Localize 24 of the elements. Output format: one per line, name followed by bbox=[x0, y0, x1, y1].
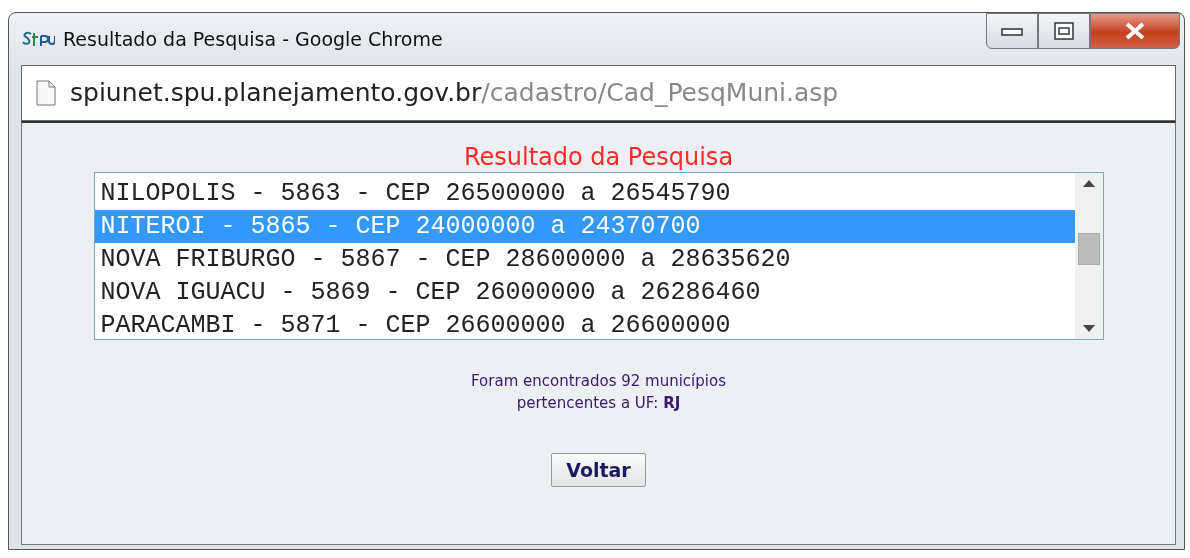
scroll-up-icon[interactable] bbox=[1082, 178, 1095, 187]
back-button[interactable]: Voltar bbox=[551, 452, 646, 488]
close-button[interactable] bbox=[1090, 13, 1180, 49]
minimize-button[interactable] bbox=[986, 13, 1038, 49]
scrollbar[interactable] bbox=[1074, 172, 1103, 339]
list-option[interactable]: NOVA IGUACU - 5869 - CEP 26000000 a 26286460 bbox=[94, 275, 1075, 309]
url-path: /cadastro/Cad_PesqMuni.asp bbox=[481, 78, 839, 108]
site-logo-icon bbox=[21, 31, 55, 47]
page-icon bbox=[36, 80, 56, 106]
results-listbox[interactable] bbox=[93, 171, 1104, 340]
window-title: Resultado da Pesquisa - Google Chrome bbox=[63, 26, 443, 52]
results-heading: Resultado da Pesquisa bbox=[463, 143, 734, 172]
minimize-icon bbox=[1001, 26, 1023, 36]
list-option[interactable]: PARACAMBI - 5871 - CEP 26600000 a 26600000 bbox=[94, 308, 1075, 342]
scroll-thumb[interactable] bbox=[1077, 232, 1100, 265]
url-host: spiunet.spu.planejamento.gov.br bbox=[70, 78, 482, 108]
close-icon bbox=[1124, 21, 1146, 41]
results-summary: Foram encontrados 92 municípios pertencentes a UF: RJ bbox=[470, 370, 727, 415]
maximize-icon bbox=[1054, 22, 1074, 40]
address-bar[interactable]: spiunet.spu.planejamento.gov.br/cadastro/Cad_PesqMuni.asp bbox=[21, 65, 1176, 121]
list-option[interactable]: NILOPOLIS - 5863 - CEP 26500000 a 26545790 bbox=[94, 176, 1075, 210]
maximize-button[interactable] bbox=[1038, 13, 1090, 49]
list-option[interactable]: NOVA FRIBURGO - 5867 - CEP 28600000 a 28635620 bbox=[94, 242, 1075, 276]
scroll-down-icon[interactable] bbox=[1082, 324, 1095, 333]
